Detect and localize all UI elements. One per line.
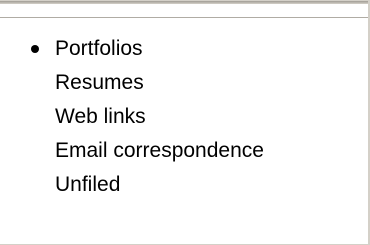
menu-item-portfolios[interactable]: Portfolios	[0, 32, 360, 66]
menu-item-label: Resumes	[55, 71, 144, 94]
menu-item-resumes[interactable]: Resumes	[0, 66, 360, 100]
menu-item-label: Unfiled	[55, 173, 121, 196]
menu-items: Portfolios Resumes Web links Email corre…	[0, 32, 360, 202]
menu-top-border	[0, 1, 370, 4]
menu-separator	[0, 17, 370, 18]
menu-item-unfiled[interactable]: Unfiled	[0, 168, 360, 202]
menu-item-email-correspondence[interactable]: Email correspondence	[0, 134, 360, 168]
radio-bullet-icon	[31, 45, 39, 53]
folder-menu: Portfolios Resumes Web links Email corre…	[0, 0, 370, 245]
menu-item-label: Email correspondence	[55, 139, 264, 162]
menu-item-label: Portfolios	[55, 37, 143, 60]
menu-item-label: Web links	[55, 105, 146, 128]
menu-item-web-links[interactable]: Web links	[0, 100, 360, 134]
